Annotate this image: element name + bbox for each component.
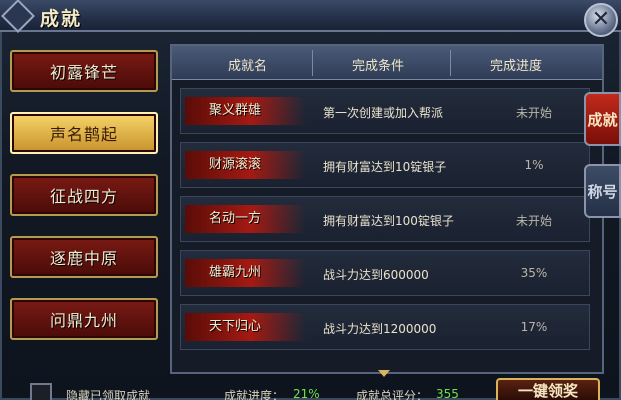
window-title: 成就: [40, 8, 83, 30]
score-value: 355: [436, 387, 459, 400]
tab-titles[interactable]: 称号: [584, 164, 621, 218]
progress-label: 成就进度：: [224, 389, 285, 400]
achievement-name: 名动一方: [185, 205, 305, 233]
achievement-name: 聚义群雄: [185, 97, 305, 125]
achievement-name: 财源滚滚: [185, 151, 305, 179]
header-progress: 完成进度: [490, 59, 543, 74]
category-button-2[interactable]: 声名鹊起: [10, 112, 158, 154]
score-label: 成就总评分：: [356, 389, 429, 400]
progress-value: 21%: [293, 387, 320, 400]
category-button-4[interactable]: 逐鹿中原: [10, 236, 158, 278]
title-bar: 成就: [0, 0, 621, 33]
achievement-condition: 拥有财富达到10锭银子: [323, 160, 447, 174]
hide-claimed-label: 隐藏已领取成就: [66, 389, 151, 400]
table-header: 成就名 完成条件 完成进度: [172, 46, 602, 80]
header-name: 成就名: [228, 59, 268, 74]
achievement-progress: 未开始: [515, 214, 552, 228]
header-divider: [450, 50, 451, 76]
achievement-condition: 第一次创建或加入帮派: [323, 106, 444, 120]
achievement-name: 天下归心: [185, 313, 305, 341]
achievement-condition: 战斗力达到1200000: [323, 322, 437, 336]
header-condition: 完成条件: [352, 59, 405, 74]
table-row[interactable]: 财源滚滚 拥有财富达到10锭银子 1%: [180, 142, 590, 188]
category-button-5[interactable]: 问鼎九州: [10, 298, 158, 340]
tab-achievements[interactable]: 成就: [584, 92, 621, 146]
category-button-3[interactable]: 征战四方: [10, 174, 158, 216]
achievement-progress: 未开始: [515, 106, 552, 120]
claim-all-button[interactable]: 一键领奖: [496, 378, 600, 400]
table-row[interactable]: 名动一方 拥有财富达到100锭银子 未开始: [180, 196, 590, 242]
close-icon: ✕: [591, 7, 611, 32]
achievement-table: 成就名 完成条件 完成进度 聚义群雄 第一次创建或加入帮派 未开始 财源滚滚 拥…: [170, 44, 604, 374]
achievement-condition: 拥有财富达到100锭银子: [323, 214, 454, 228]
category-button-1[interactable]: 初露锋芒: [10, 50, 158, 92]
achievement-condition: 战斗力达到600000: [323, 268, 429, 282]
title-ornament-icon: [1, 0, 35, 33]
table-row[interactable]: 聚义群雄 第一次创建或加入帮派 未开始: [180, 88, 590, 134]
hide-claimed-checkbox[interactable]: [30, 383, 52, 400]
header-divider: [312, 50, 313, 76]
table-row[interactable]: 雄霸九州 战斗力达到600000 35%: [180, 250, 590, 296]
close-button[interactable]: ✕: [584, 3, 618, 37]
table-row[interactable]: 天下归心 战斗力达到1200000 17%: [180, 304, 590, 350]
achievement-progress: 35%: [520, 266, 548, 280]
achievement-progress: 1%: [524, 158, 544, 172]
achievement-name: 雄霸九州: [185, 259, 305, 287]
achievement-progress: 17%: [520, 320, 548, 334]
footer-bar: 隐藏已领取成就 成就进度： 21% 成就总评分： 355 一键领奖: [0, 376, 621, 400]
